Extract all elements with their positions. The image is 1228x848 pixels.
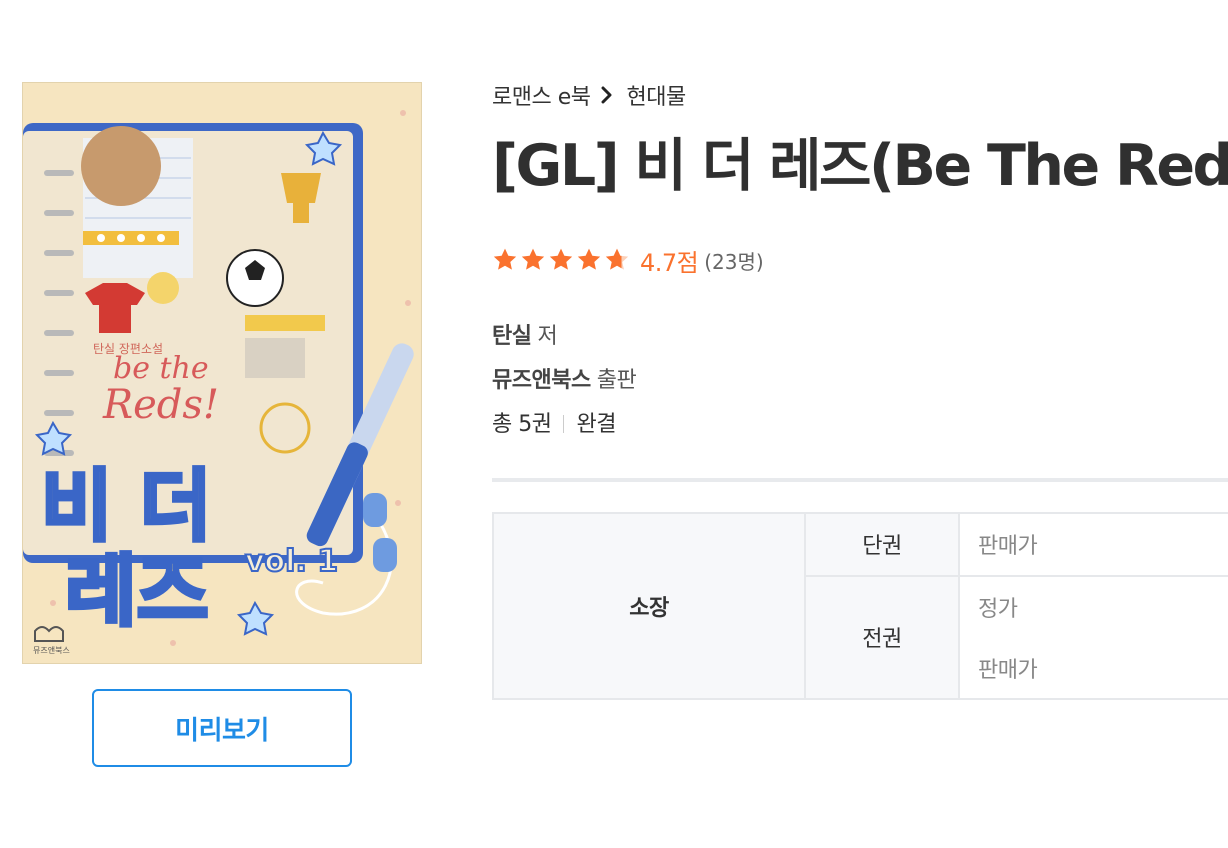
cover-publisher-mark: 뮤즈앤북스 bbox=[33, 645, 70, 655]
publisher-name[interactable]: 뮤즈앤북스 bbox=[492, 368, 591, 393]
rating[interactable]: 4.7점 (23명) bbox=[492, 242, 764, 278]
series-total: 총 5권 bbox=[492, 412, 552, 437]
preview-button-label: 미리보기 bbox=[175, 715, 269, 746]
star-icon bbox=[549, 248, 573, 270]
full-set-label: 전권 bbox=[804, 574, 960, 701]
preview-button[interactable]: 미리보기 bbox=[92, 689, 352, 767]
single-price-label: 판매가 bbox=[958, 512, 1228, 577]
author-line: 탄실 저 bbox=[492, 318, 558, 350]
breadcrumb: 로맨스 e북 현대물 bbox=[492, 80, 686, 110]
cover-volume: vol. 1 bbox=[245, 544, 338, 579]
star-half-icon bbox=[605, 248, 629, 270]
purchase-type: 소장 bbox=[492, 512, 806, 700]
cover-title-en-2: Reds! bbox=[102, 382, 219, 428]
breadcrumb-category[interactable]: 로맨스 e북 bbox=[492, 79, 591, 111]
star-icon bbox=[493, 248, 517, 270]
cover-title-en-1: be the bbox=[113, 351, 209, 386]
rating-count: (23명) bbox=[704, 249, 764, 274]
price-table: 소장 단권 판매가 전권 정가 판매가 bbox=[492, 512, 1228, 701]
star-icon bbox=[521, 248, 545, 270]
cover-illustration: 탄실 장편소설 be the Reds! 비 더 레즈 vol. 1 뮤즈앤북스 bbox=[23, 83, 421, 663]
full-regular-price-label: 정가 bbox=[958, 574, 1228, 638]
author-suffix: 저 bbox=[537, 324, 558, 349]
single-volume-label: 단권 bbox=[804, 512, 960, 577]
series-status: 완결 bbox=[576, 412, 616, 437]
rating-score: 4.7점 bbox=[640, 248, 699, 277]
book-title: [GL] 비 더 레즈(Be The Reds) bbox=[492, 133, 1228, 199]
cover-title-ko-1: 비 더 bbox=[41, 462, 212, 552]
book-cover[interactable]: 탄실 장편소설 be the Reds! 비 더 레즈 vol. 1 뮤즈앤북스 bbox=[22, 82, 422, 664]
star-icon bbox=[577, 248, 601, 270]
cover-title-ko-2: 레즈 bbox=[65, 547, 209, 637]
publisher-line: 뮤즈앤북스 출판 bbox=[492, 362, 637, 394]
section-divider bbox=[492, 478, 1228, 482]
publisher-suffix: 출판 bbox=[596, 368, 637, 393]
full-sale-price-label: 판매가 bbox=[958, 637, 1228, 700]
series-line: 총 5권 완결 bbox=[492, 406, 616, 438]
author-name[interactable]: 탄실 bbox=[492, 324, 532, 349]
star-rating bbox=[492, 247, 630, 273]
breadcrumb-subcategory[interactable]: 현대물 bbox=[627, 79, 687, 111]
divider bbox=[563, 415, 565, 433]
chevron-right-icon bbox=[601, 86, 613, 104]
